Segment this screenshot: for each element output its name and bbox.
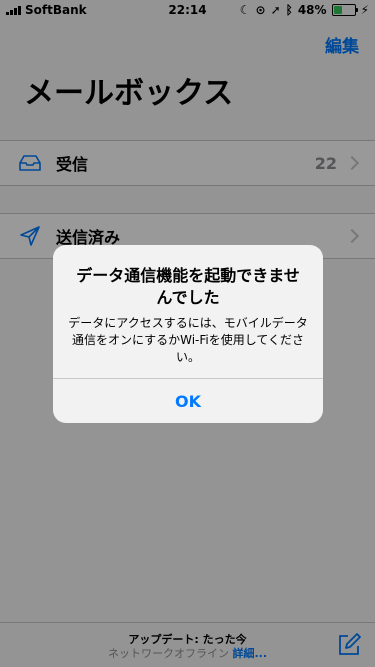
mail-screen: SoftBank 22:14 ☾ ⊙ ➚ ᛒ 48% ⚡ 編集 メールボックス …: [0, 0, 375, 667]
ok-button[interactable]: OK: [53, 379, 323, 423]
alert-message: データにアクセスするには、モバイルデータ通信をオンにするかWi-Fiを使用してく…: [68, 316, 308, 364]
alert-dialog: データ通信機能を起動できませんでした データにアクセスするには、モバイルデータ通…: [53, 245, 323, 423]
alert-title: データ通信機能を起動できませんでした: [76, 266, 300, 307]
